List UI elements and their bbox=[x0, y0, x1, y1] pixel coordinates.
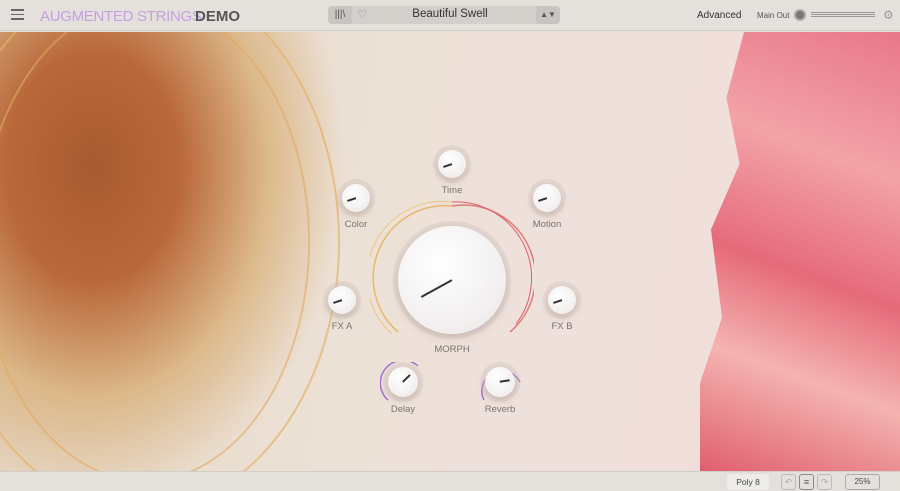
main-out-meter[interactable] bbox=[811, 12, 875, 17]
time-knob[interactable] bbox=[438, 150, 466, 178]
morph-label: MORPH bbox=[434, 344, 470, 355]
fx-b-label: FX B bbox=[551, 321, 573, 332]
status-bar: Poly 8 ↶ ≡ ↷ 25% bbox=[0, 471, 900, 491]
knob-indicator bbox=[347, 197, 357, 202]
color-knob[interactable] bbox=[342, 184, 370, 212]
knob-indicator bbox=[499, 379, 510, 383]
main-out-label: Main Out bbox=[757, 11, 790, 20]
preset-browser[interactable]: |||\ ♡ Beautiful Swell ▲▼ bbox=[328, 6, 560, 24]
reverb-label: Reverb bbox=[484, 404, 516, 415]
delay-knob[interactable] bbox=[388, 367, 418, 397]
polyphony-button[interactable]: Poly 8 bbox=[727, 474, 769, 490]
harp-strings-decoration bbox=[0, 32, 310, 471]
preset-prev-next-button[interactable]: ▲▼ bbox=[536, 6, 560, 24]
delay-label: Delay bbox=[390, 404, 416, 415]
main-out-knob[interactable] bbox=[794, 9, 806, 21]
preset-name[interactable]: Beautiful Swell bbox=[370, 8, 530, 20]
advanced-button[interactable]: Advanced bbox=[697, 10, 741, 21]
motion-knob[interactable] bbox=[533, 184, 561, 212]
color-label: Color bbox=[344, 219, 368, 230]
fx-b-knob[interactable] bbox=[548, 286, 576, 314]
background-city-image bbox=[700, 32, 900, 471]
undo-icon[interactable]: ↶ bbox=[781, 474, 796, 490]
knob-indicator bbox=[402, 374, 411, 383]
redo-icon[interactable]: ↷ bbox=[817, 474, 832, 490]
morph-knob[interactable] bbox=[398, 226, 506, 334]
fx-a-label: FX A bbox=[331, 321, 353, 332]
knob-indicator bbox=[538, 197, 548, 202]
gear-icon[interactable]: ⚙ bbox=[883, 8, 894, 22]
time-label: Time bbox=[441, 185, 463, 196]
app-title: AUGMENTED STRINGS bbox=[40, 8, 202, 25]
top-bar: AUGMENTED STRINGS DEMO |||\ ♡ Beautiful … bbox=[0, 0, 900, 31]
hamburger-menu-icon[interactable] bbox=[11, 9, 24, 20]
knob-indicator bbox=[553, 299, 563, 304]
motion-label: Motion bbox=[532, 219, 562, 230]
knob-indicator bbox=[333, 299, 343, 304]
reverb-knob[interactable] bbox=[485, 367, 515, 397]
instrument-panel: Time Color Motion FX A FX B MORPH Delay Reverb bbox=[0, 32, 900, 471]
knob-indicator bbox=[443, 163, 453, 168]
knob-indicator bbox=[420, 279, 453, 298]
history-list-icon[interactable]: ≡ bbox=[799, 474, 814, 490]
demo-label: DEMO bbox=[195, 8, 240, 25]
library-icon[interactable]: |||\ bbox=[328, 6, 352, 24]
zoom-level-button[interactable]: 25% bbox=[845, 474, 880, 490]
fx-a-knob[interactable] bbox=[328, 286, 356, 314]
heart-icon[interactable]: ♡ bbox=[354, 6, 370, 24]
